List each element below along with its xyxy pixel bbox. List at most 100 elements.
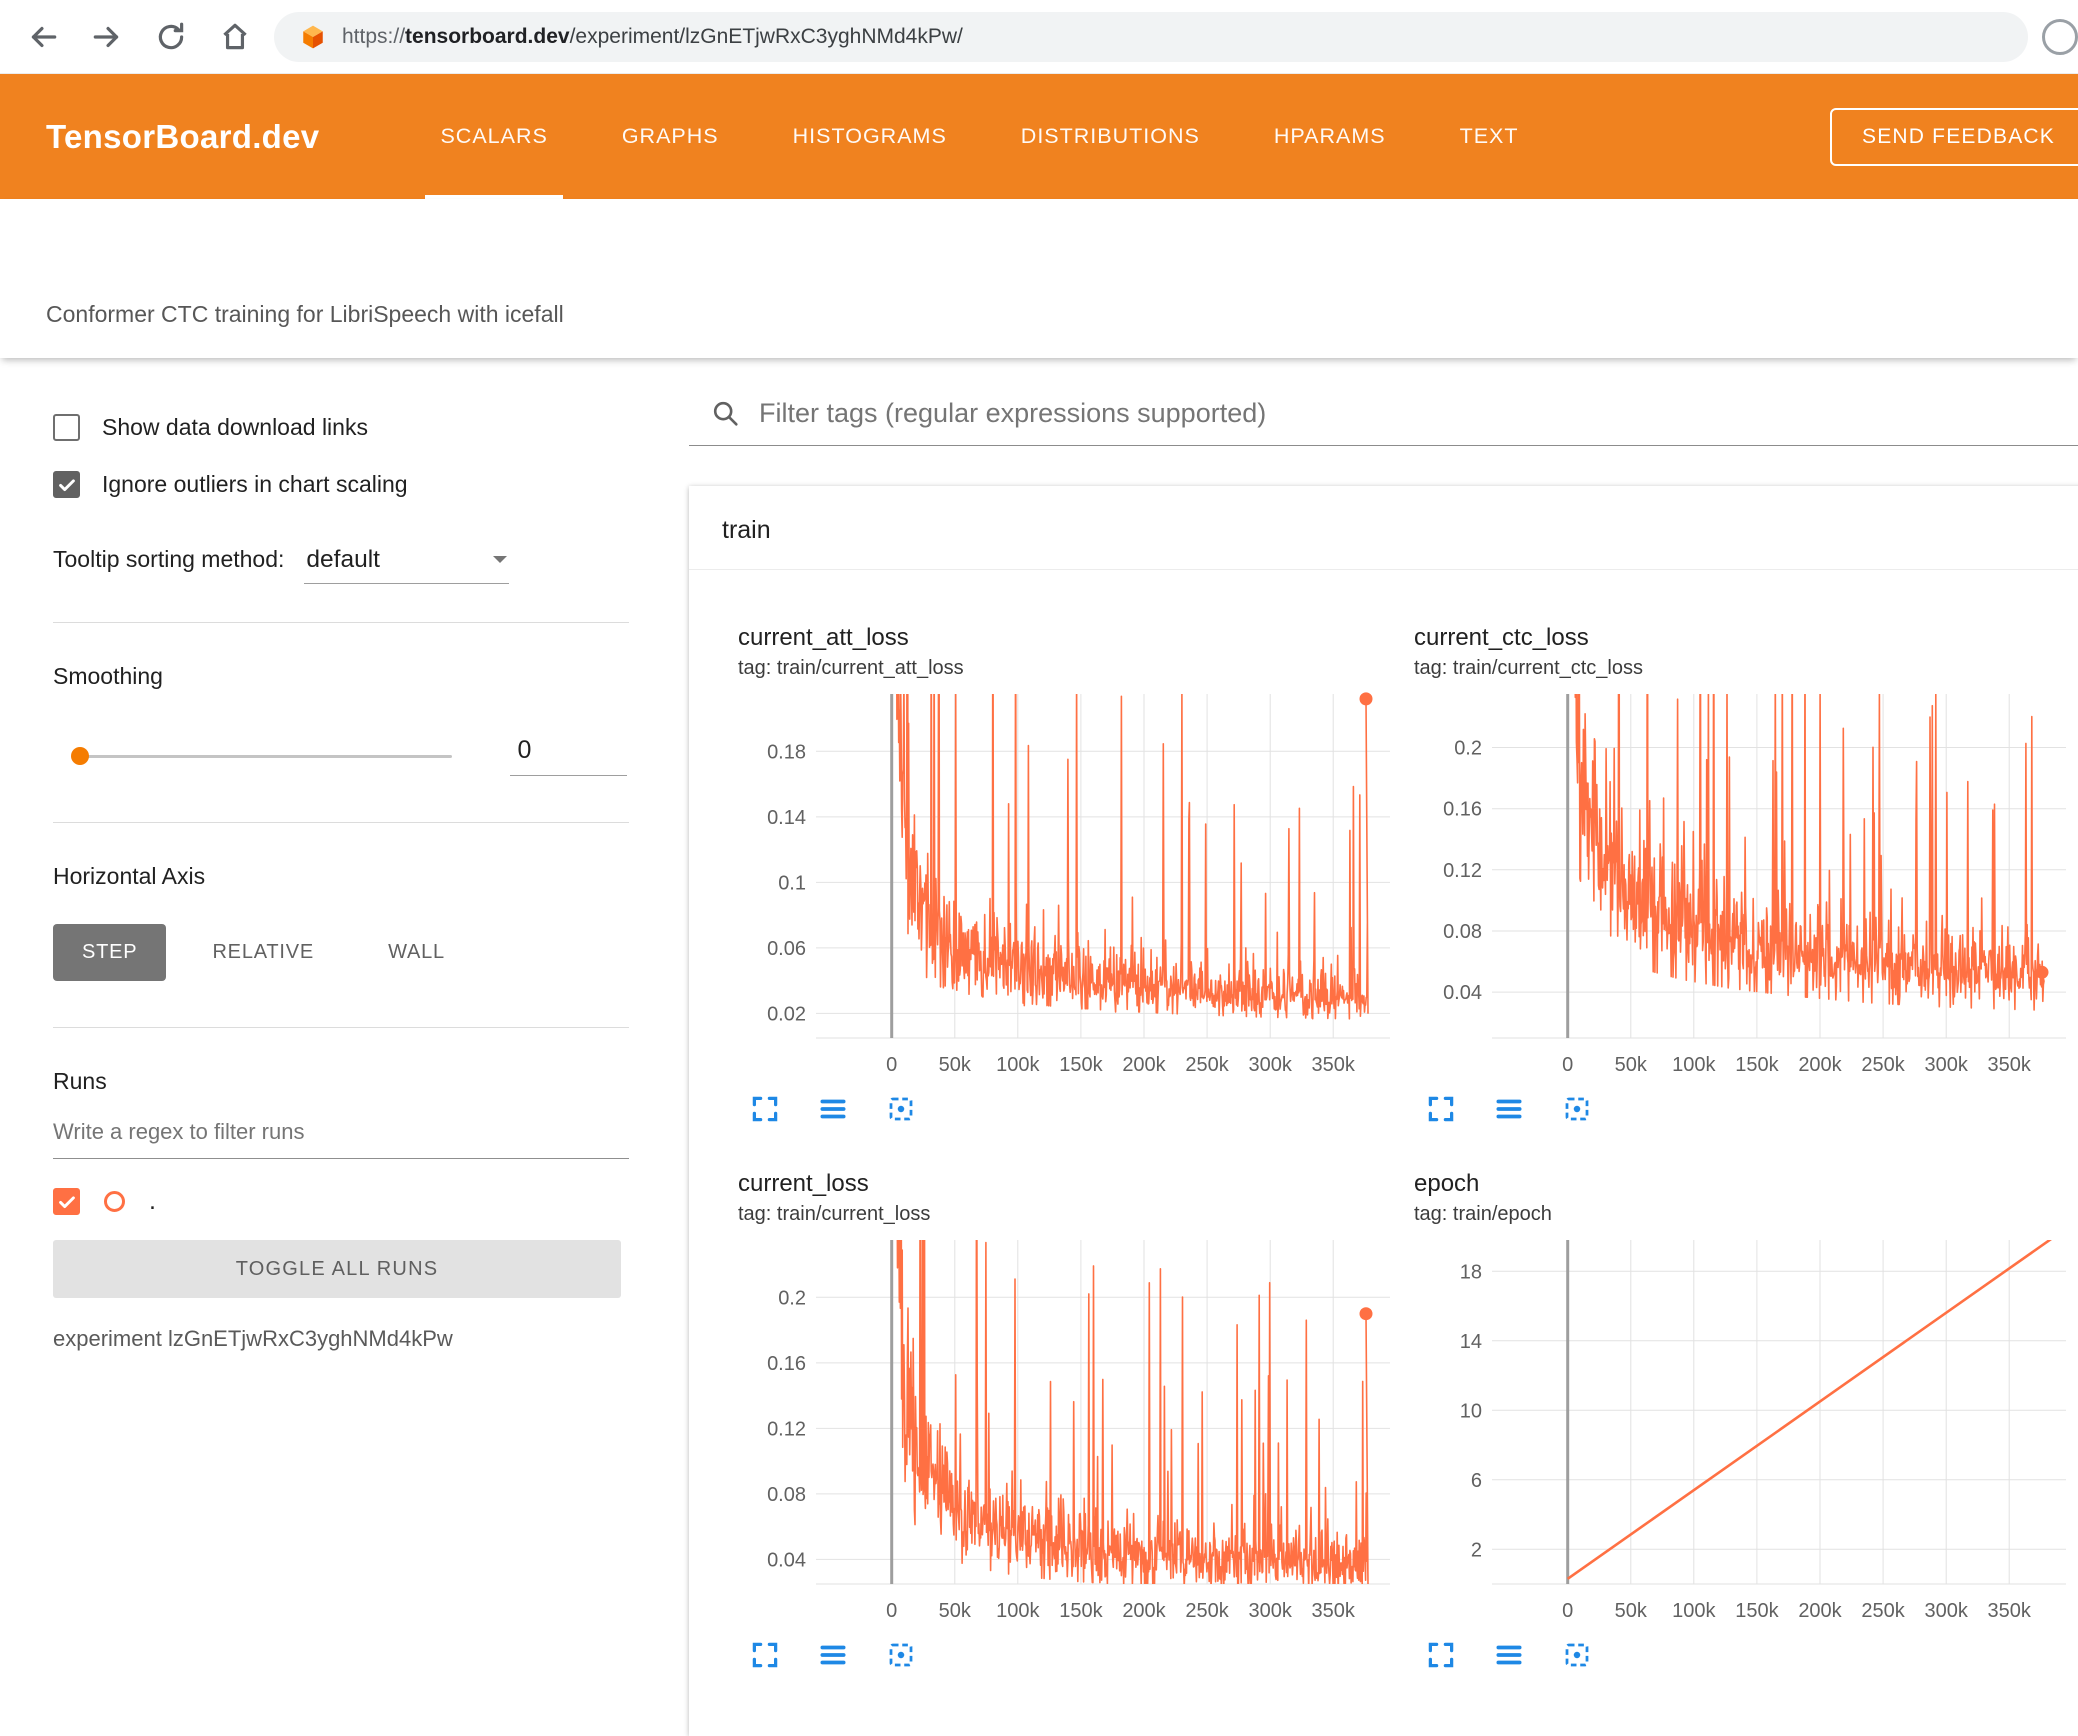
divider	[53, 822, 629, 823]
svg-text:300k: 300k	[1249, 1600, 1293, 1622]
svg-text:350k: 350k	[1988, 1600, 2032, 1622]
ignore-outliers-row: Ignore outliers in chart scaling	[53, 471, 627, 498]
run-checkbox[interactable]	[53, 1188, 80, 1215]
tab-hparams[interactable]: HPARAMS	[1237, 74, 1423, 199]
chart-toolbar	[738, 1094, 1398, 1124]
svg-text:0: 0	[886, 1600, 897, 1622]
chart-tag: tag: train/epoch	[1414, 1203, 1552, 1225]
svg-text:100k: 100k	[1672, 1600, 1716, 1622]
axis-wall-button[interactable]: WALL	[360, 924, 473, 981]
url-path: /experiment/lzGnETjwRxC3yghNMd4kPw/	[569, 24, 963, 48]
ignore-outliers-checkbox[interactable]	[53, 471, 80, 498]
fit-domain-icon[interactable]	[1562, 1094, 1592, 1124]
divider	[53, 622, 629, 623]
axis-relative-button[interactable]: RELATIVE	[184, 924, 342, 981]
settings-sidebar: Show data download links Ignore outliers…	[0, 358, 655, 1666]
experiment-id-label: experiment lzGnETjwRxC3yghNMd4kPw	[53, 1326, 453, 1351]
browser-chrome: https://tensorboard.dev/experiment/lzGnE…	[0, 0, 2078, 74]
svg-text:50k: 50k	[1615, 1054, 1648, 1076]
nav-tabs: SCALARS GRAPHS HISTOGRAMS DISTRIBUTIONS …	[403, 74, 1555, 199]
svg-text:0.12: 0.12	[767, 1418, 806, 1440]
tag-filter-input[interactable]	[759, 398, 2078, 429]
chart-tag: tag: train/current_ctc_loss	[1414, 657, 1643, 679]
run-lines-icon[interactable]	[1494, 1094, 1524, 1124]
svg-text:0: 0	[1562, 1600, 1573, 1622]
checkmark-icon	[58, 1195, 75, 1208]
smoothing-slider-row: 0	[53, 736, 627, 776]
chevron-down-icon	[493, 556, 508, 570]
chart-plot-epoch[interactable]: 2 6 10 14 18 0 50k 100k 150k 200k 250k 300k 350k	[1414, 1234, 2074, 1630]
svg-text:150k: 150k	[1735, 1054, 1779, 1076]
tab-text[interactable]: TEXT	[1423, 74, 1556, 199]
svg-text:150k: 150k	[1059, 1054, 1103, 1076]
tab-histograms[interactable]: HISTOGRAMS	[756, 74, 984, 199]
profile-avatar[interactable]	[2042, 18, 2078, 55]
forward-icon[interactable]	[90, 20, 124, 54]
svg-text:50k: 50k	[939, 1054, 972, 1076]
checkmark-icon	[58, 478, 75, 491]
chart-plot-current_att_loss[interactable]: 0.02 0.06 0.1 0.14 0.18 0 50k 100k 150k 200k 250k 3…	[738, 688, 1398, 1084]
show-download-checkbox[interactable]	[53, 414, 80, 441]
tooltip-sorting-row: Tooltip sorting method: default	[53, 544, 627, 584]
ignore-outliers-label: Ignore outliers in chart scaling	[102, 471, 408, 497]
divider	[53, 1027, 629, 1028]
tab-scalars[interactable]: SCALARS	[403, 74, 584, 199]
tab-graphs[interactable]: GRAPHS	[585, 74, 756, 199]
chart-card-current_loss: current_loss tag: train/current_loss 0.04 0…	[738, 1170, 1398, 1670]
chart-card-current_att_loss: current_att_loss tag: train/current_att_l…	[738, 624, 1398, 1124]
chart-tag: tag: train/current_loss	[738, 1203, 931, 1225]
chart-plot-current_ctc_loss[interactable]: 0.04 0.08 0.12 0.16 0.2 0 50k 100k 150k 200k 250k 3…	[1414, 688, 2074, 1084]
svg-text:200k: 200k	[1798, 1600, 1842, 1622]
svg-text:50k: 50k	[1615, 1600, 1648, 1622]
svg-text:0.2: 0.2	[778, 1287, 806, 1309]
svg-text:0.12: 0.12	[1443, 860, 1482, 882]
app-logo: TensorBoard.dev	[46, 117, 320, 155]
chart-title: current_att_loss	[738, 624, 909, 651]
home-icon[interactable]	[218, 20, 252, 54]
tab-distributions[interactable]: DISTRIBUTIONS	[984, 74, 1237, 199]
svg-text:0: 0	[1562, 1054, 1573, 1076]
run-lines-icon[interactable]	[818, 1094, 848, 1124]
horizontal-axis-label: Horizontal Axis	[53, 863, 206, 889]
runs-filter	[53, 1113, 629, 1159]
send-feedback-button[interactable]: SEND FEEDBACK	[1830, 107, 2078, 166]
runs-filter-input[interactable]	[53, 1113, 629, 1159]
svg-text:0.18: 0.18	[767, 741, 806, 763]
tooltip-sorting-select[interactable]: default	[304, 544, 510, 584]
smoothing-value-input[interactable]: 0	[509, 736, 627, 776]
reload-icon[interactable]	[154, 20, 188, 54]
svg-text:200k: 200k	[1122, 1600, 1166, 1622]
back-icon[interactable]	[26, 20, 60, 54]
browser-nav-buttons	[26, 20, 252, 54]
svg-text:150k: 150k	[1059, 1600, 1103, 1622]
tensorboard-appbar: TensorBoard.dev SCALARS GRAPHS HISTOGRAM…	[0, 74, 2078, 199]
fit-domain-icon[interactable]	[886, 1094, 916, 1124]
show-download-label: Show data download links	[102, 414, 368, 440]
chart-card-current_ctc_loss: current_ctc_loss tag: train/current_ctc_l…	[1414, 624, 2074, 1124]
fullscreen-icon[interactable]	[750, 1094, 780, 1124]
svg-text:2: 2	[1471, 1539, 1482, 1561]
address-bar[interactable]: https://tensorboard.dev/experiment/lzGnE…	[274, 11, 2028, 62]
axis-step-button[interactable]: STEP	[53, 924, 167, 981]
url-scheme: https://	[342, 24, 406, 48]
runs-label: Runs	[53, 1068, 107, 1094]
svg-text:100k: 100k	[1672, 1054, 1716, 1076]
svg-text:0.16: 0.16	[767, 1353, 806, 1375]
url-text: https://tensorboard.dev/experiment/lzGnE…	[342, 25, 963, 49]
section-header-train[interactable]: train	[689, 486, 2078, 570]
search-icon	[713, 401, 738, 426]
svg-text:0.16: 0.16	[1443, 799, 1482, 821]
fullscreen-icon[interactable]	[1426, 1094, 1456, 1124]
chart-plot-current_loss[interactable]: 0.04 0.08 0.12 0.16 0.2 0 50k 100k 150k 200k 250k 3…	[738, 1234, 1398, 1630]
svg-text:0.1: 0.1	[778, 872, 806, 894]
svg-text:150k: 150k	[1735, 1600, 1779, 1622]
svg-text:200k: 200k	[1122, 1054, 1166, 1076]
svg-text:0.06: 0.06	[767, 938, 806, 960]
chart-card-epoch: epoch tag: train/epoch 2 6 10 14 18 0 50k 100k 150…	[1414, 1170, 2074, 1670]
toggle-all-runs-button[interactable]: TOGGLE ALL RUNS	[53, 1240, 621, 1298]
content: Show data download links Ignore outliers…	[0, 358, 2078, 1736]
svg-text:0.02: 0.02	[767, 1003, 806, 1025]
smoothing-slider-thumb[interactable]	[71, 747, 89, 765]
svg-text:300k: 300k	[1249, 1054, 1293, 1076]
smoothing-slider[interactable]	[71, 747, 452, 765]
